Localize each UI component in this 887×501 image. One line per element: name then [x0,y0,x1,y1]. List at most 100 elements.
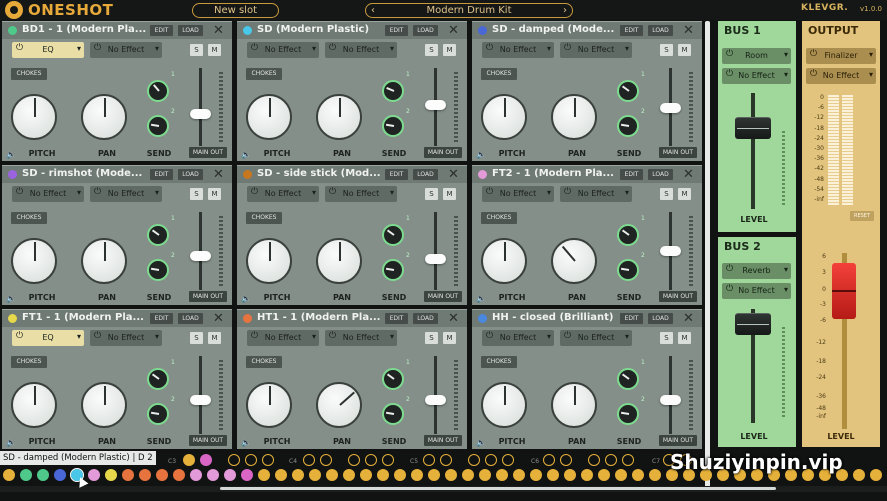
kit-prev-icon[interactable]: ‹ [371,4,375,17]
pan-knob[interactable] [81,94,127,140]
drum-pad[interactable] [496,469,508,481]
drum-pad[interactable] [598,469,610,481]
fx2-select[interactable]: ⏻ No Effect ▾ [90,186,162,202]
volume-fader[interactable] [660,103,681,113]
speaker-icon[interactable]: 🔈 [476,294,486,303]
mute-button[interactable]: M [208,188,221,200]
pitch-knob[interactable] [11,94,57,140]
load-button[interactable]: LOAD [413,169,438,180]
bus1-fader[interactable] [735,117,771,139]
speaker-icon[interactable]: 🔈 [241,438,251,447]
drum-pad[interactable] [292,469,304,481]
chokes-button[interactable]: CHOKES [246,356,282,368]
bus1-fx1-select[interactable]: ⏻ Room ▾ [722,48,791,64]
pan-knob[interactable] [316,238,362,284]
slot-name[interactable]: HH - closed (Brilliant) [492,312,616,323]
solo-button[interactable]: S [425,44,438,56]
close-icon[interactable]: ✕ [448,310,459,327]
bus2-fader[interactable] [735,313,771,335]
slot-name[interactable]: FT2 - 1 (Modern Pla... [492,168,616,179]
drum-pad[interactable] [423,454,435,466]
send1-knob[interactable] [382,224,404,246]
bus2-fx1-select[interactable]: ⏻ Reverb ▾ [722,263,791,279]
fx1-select[interactable]: ⏻ No Effect ▾ [482,186,554,202]
drum-pad[interactable] [207,469,219,481]
drum-pad[interactable] [377,469,389,481]
drum-pad[interactable] [320,454,332,466]
drum-pad[interactable] [262,454,274,466]
drum-pad[interactable] [224,469,236,481]
load-button[interactable]: LOAD [648,313,673,324]
load-button[interactable]: LOAD [648,169,673,180]
speaker-icon[interactable]: 🔈 [241,150,251,159]
drum-pad[interactable] [588,454,600,466]
slot-name[interactable]: BD1 - 1 (Modern Pla... [22,24,146,35]
send2-knob[interactable] [382,403,404,425]
reset-button[interactable]: RESET [850,211,874,221]
fx2-select[interactable]: ⏻ No Effect ▾ [90,42,162,58]
drum-pad[interactable] [479,469,491,481]
pitch-knob[interactable] [481,382,527,428]
send2-knob[interactable] [617,115,639,137]
drum-pad[interactable] [440,454,452,466]
drum-pad[interactable] [343,469,355,481]
drum-pad[interactable] [543,454,555,466]
drum-pad[interactable] [394,469,406,481]
speaker-icon[interactable]: 🔈 [6,438,16,447]
drum-pad[interactable] [445,469,457,481]
close-icon[interactable]: ✕ [213,166,224,183]
drum-pad[interactable] [190,469,202,481]
mute-button[interactable]: M [678,44,691,56]
send1-knob[interactable] [382,368,404,390]
edit-button[interactable]: EDIT [385,169,408,180]
kit-selector[interactable]: ‹ Modern Drum Kit › [365,3,573,18]
slot-name[interactable]: SD - damped (Mode... [492,24,616,35]
drum-pad[interactable] [183,454,195,466]
speaker-icon[interactable]: 🔈 [476,150,486,159]
drum-pad[interactable] [411,469,423,481]
drum-pad[interactable] [139,469,151,481]
pitch-knob[interactable] [481,238,527,284]
drum-pad[interactable] [122,469,134,481]
load-button[interactable]: LOAD [178,169,203,180]
send1-knob[interactable] [382,80,404,102]
close-icon[interactable]: ✕ [213,310,224,327]
drum-pad[interactable] [615,469,627,481]
edit-button[interactable]: EDIT [620,25,643,36]
pan-knob[interactable] [81,238,127,284]
solo-button[interactable]: S [425,332,438,344]
volume-fader[interactable] [425,254,446,264]
drum-pad[interactable] [54,469,66,481]
mute-button[interactable]: M [443,188,456,200]
drum-pad[interactable] [348,454,360,466]
main-out-select[interactable]: MAIN OUT [659,435,697,446]
slot-name[interactable]: SD (Modern Plastic) [257,24,381,35]
fx1-select[interactable]: ⏻ No Effect ▾ [482,330,554,346]
drum-pad[interactable] [241,469,253,481]
close-icon[interactable]: ✕ [448,166,459,183]
close-icon[interactable]: ✕ [213,22,224,39]
output-fader[interactable] [832,263,856,319]
mute-button[interactable]: M [678,332,691,344]
mute-button[interactable]: M [443,44,456,56]
drum-pad[interactable] [326,469,338,481]
load-button[interactable]: LOAD [178,313,203,324]
chokes-button[interactable]: CHOKES [11,68,47,80]
pitch-knob[interactable] [246,238,292,284]
send1-knob[interactable] [147,224,169,246]
speaker-icon[interactable]: 🔈 [241,294,251,303]
volume-fader[interactable] [425,99,446,110]
fx2-select[interactable]: ⏻ No Effect ▾ [325,330,397,346]
send2-knob[interactable] [147,403,169,425]
send1-knob[interactable] [617,368,639,390]
pitch-knob[interactable] [11,382,57,428]
pan-knob[interactable] [316,382,362,428]
drum-pad[interactable] [228,454,240,466]
edit-button[interactable]: EDIT [385,313,408,324]
chokes-button[interactable]: CHOKES [246,68,282,80]
solo-button[interactable]: S [425,188,438,200]
output-fx1-select[interactable]: ⏻ Finalizer ▾ [806,48,876,64]
drum-pad[interactable] [105,469,117,481]
fx2-select[interactable]: ⏻ No Effect ▾ [90,330,162,346]
vertical-scroll-thumb[interactable] [705,21,710,491]
